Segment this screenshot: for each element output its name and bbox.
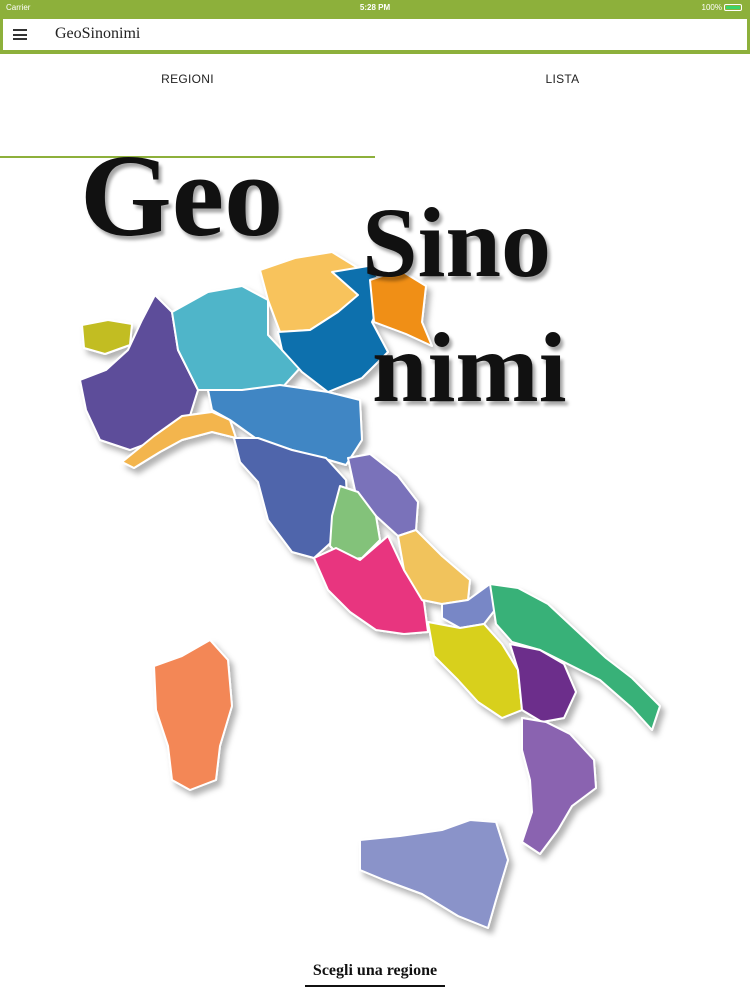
logo-word-geo: Geo	[80, 130, 284, 261]
tab-lista[interactable]: LISTA	[375, 55, 750, 105]
tab-bar: REGIONI LISTA	[0, 55, 750, 158]
cta-underline	[305, 985, 445, 987]
logo-word-nimi: nimi	[372, 312, 567, 423]
status-bar: Carrier 5:28 PM 100%	[0, 0, 750, 15]
app-bar: GeoSinonimi	[0, 15, 750, 54]
choose-region-link[interactable]: Scegli una regione	[0, 962, 750, 980]
app-bar-inner: GeoSinonimi	[3, 19, 747, 50]
region-calabria	[521, 717, 597, 855]
region-sicilia	[359, 819, 509, 929]
region-sardegna	[153, 639, 233, 791]
region-valle-daosta	[81, 319, 133, 355]
italy-regions-map[interactable]	[70, 240, 670, 940]
hamburger-menu-icon[interactable]	[13, 29, 27, 40]
tab-regioni[interactable]: REGIONI	[0, 55, 375, 105]
app-title: GeoSinonimi	[55, 25, 141, 42]
battery-icon	[724, 4, 742, 11]
logo-word-sino: Sino	[362, 187, 552, 298]
battery-percent: 100%	[701, 3, 722, 12]
clock: 5:28 PM	[359, 3, 391, 12]
battery-indicator: 100%	[702, 0, 742, 15]
